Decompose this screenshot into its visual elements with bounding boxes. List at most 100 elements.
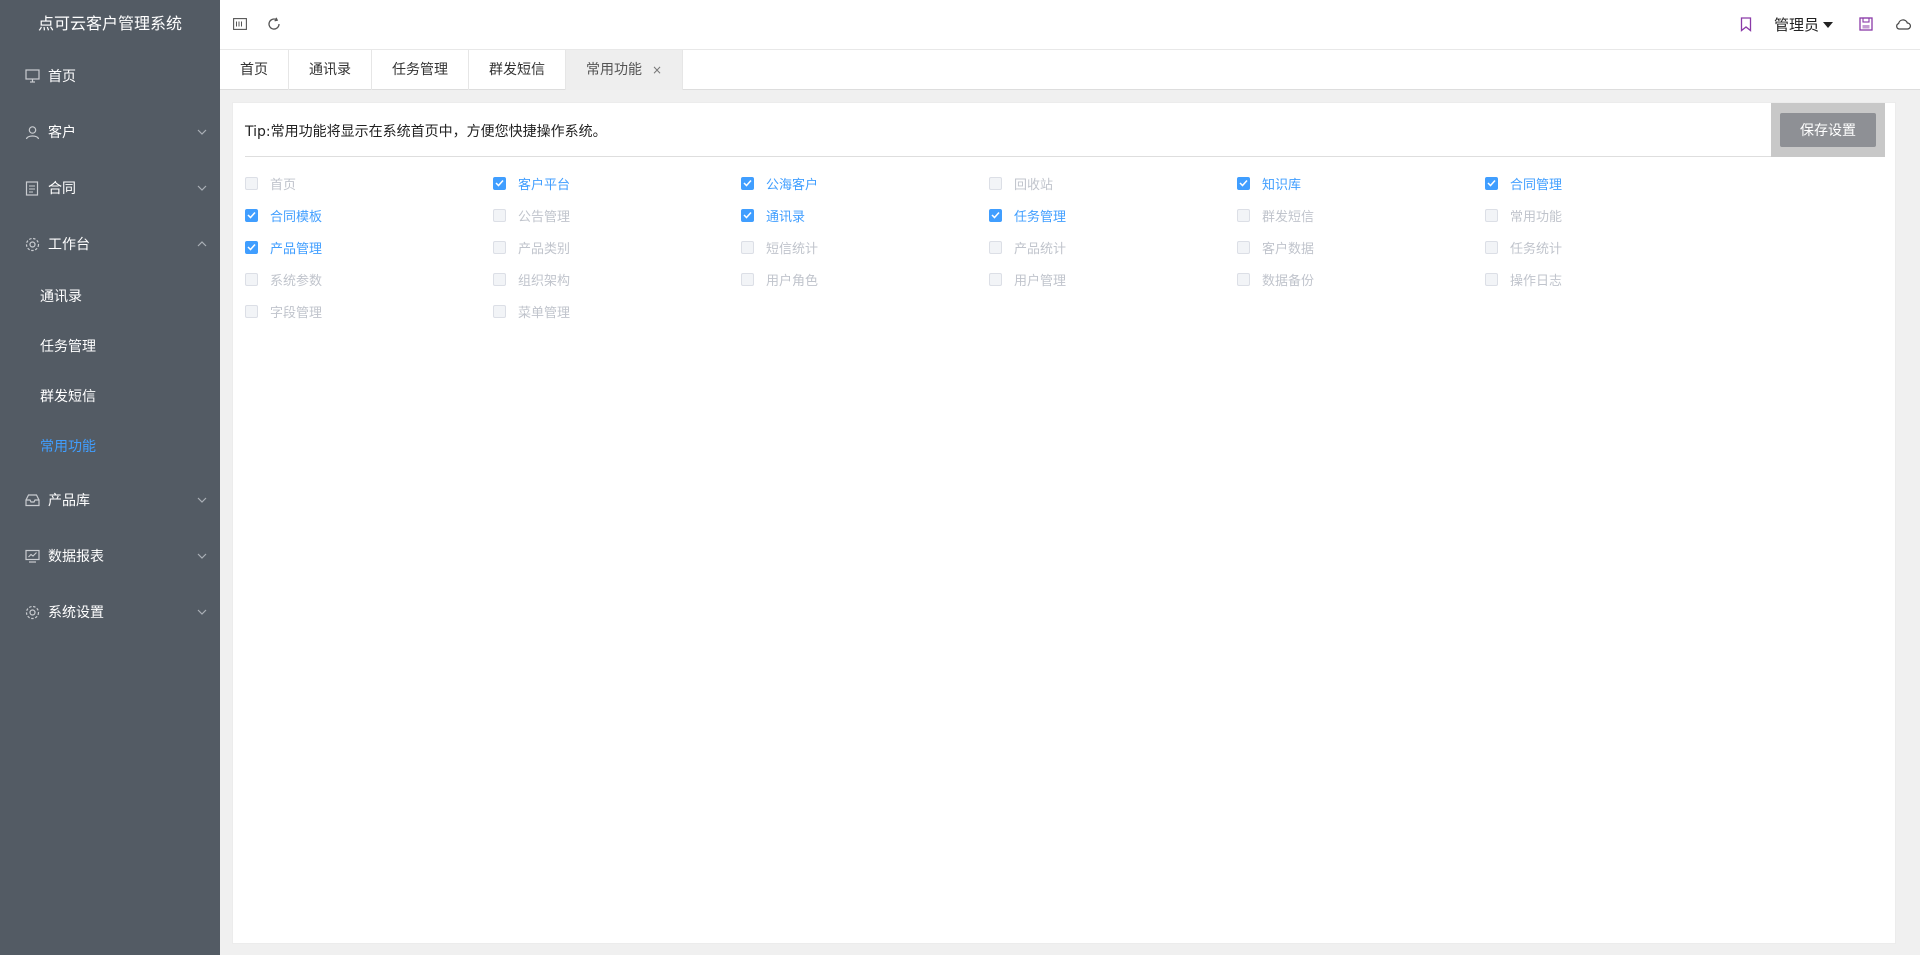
function-option[interactable]: 数据备份: [1237, 263, 1485, 295]
checkbox-icon[interactable]: [1485, 240, 1498, 254]
function-option[interactable]: 用户管理: [989, 263, 1237, 295]
sidebar-item-products[interactable]: 产品库: [0, 472, 220, 528]
cloud-icon[interactable]: [1894, 15, 1912, 33]
tab-bar: 首页 通讯录 任务管理 群发短信 常用功能 ×: [220, 50, 1920, 90]
checkbox-checked-icon[interactable]: [245, 208, 258, 222]
sidebar-item-reports[interactable]: 数据报表: [0, 528, 220, 584]
tab-label: 常用功能: [586, 62, 642, 78]
checkbox-icon[interactable]: [1237, 272, 1250, 286]
sidebar-item-contracts[interactable]: 合同: [0, 160, 220, 216]
function-option[interactable]: 任务管理: [989, 199, 1237, 231]
function-option[interactable]: 菜单管理: [493, 295, 741, 327]
function-option[interactable]: 常用功能: [1485, 199, 1733, 231]
function-option[interactable]: 组织架构: [493, 263, 741, 295]
checkbox-icon[interactable]: [493, 304, 506, 318]
bookmark-icon[interactable]: [1737, 15, 1755, 33]
function-option[interactable]: 字段管理: [245, 295, 493, 327]
function-option[interactable]: 首页: [245, 167, 493, 199]
tab-contacts[interactable]: 通讯录: [289, 50, 372, 90]
save-settings-button[interactable]: 保存设置: [1780, 113, 1876, 147]
sidebar-subitem-sms[interactable]: 群发短信: [0, 372, 220, 422]
refresh-icon[interactable]: [265, 15, 283, 33]
checkbox-checked-icon[interactable]: [741, 208, 754, 222]
sidebar-item-label: 产品库: [48, 493, 90, 509]
sidebar-item-home[interactable]: 首页: [0, 48, 220, 104]
function-option[interactable]: 短信统计: [741, 231, 989, 263]
save-icon[interactable]: [1857, 15, 1875, 33]
checkbox-icon[interactable]: [245, 304, 258, 318]
function-option[interactable]: 任务统计: [1485, 231, 1733, 263]
function-option[interactable]: 客户平台: [493, 167, 741, 199]
function-option[interactable]: 产品管理: [245, 231, 493, 263]
user-icon: [24, 124, 40, 140]
tab-label: 通讯录: [309, 62, 351, 78]
checkbox-icon[interactable]: [493, 208, 506, 222]
function-option[interactable]: 合同管理: [1485, 167, 1733, 199]
checkbox-icon[interactable]: [1485, 208, 1498, 222]
function-option[interactable]: 用户角色: [741, 263, 989, 295]
chevron-down-icon: [197, 185, 207, 191]
function-option-label: 客户数据: [1262, 241, 1315, 257]
sidebar-subitem-common-functions[interactable]: 常用功能: [0, 422, 220, 472]
sidebar-item-label: 系统设置: [48, 605, 104, 621]
chevron-up-icon: [197, 241, 207, 247]
function-option[interactable]: 系统参数: [245, 263, 493, 295]
caret-down-icon: [1823, 21, 1834, 28]
tab-common-functions[interactable]: 常用功能 ×: [566, 50, 684, 90]
checkbox-icon[interactable]: [741, 240, 754, 254]
function-option[interactable]: 公告管理: [493, 199, 741, 231]
function-option-label: 客户平台: [518, 177, 571, 193]
collapse-icon[interactable]: [231, 15, 249, 33]
tab-sms[interactable]: 群发短信: [469, 50, 566, 90]
checkbox-checked-icon[interactable]: [741, 176, 754, 190]
sidebar-item-label: 合同: [48, 181, 76, 197]
tab-label: 任务管理: [392, 62, 448, 78]
admin-label: 管理员: [1774, 16, 1820, 34]
checkbox-icon[interactable]: [741, 272, 754, 286]
checkbox-checked-icon[interactable]: [989, 208, 1002, 222]
function-option[interactable]: 公海客户: [741, 167, 989, 199]
tab-label: 群发短信: [489, 62, 545, 78]
checkbox-checked-icon[interactable]: [493, 176, 506, 190]
chart-icon: [24, 548, 40, 564]
save-button-wrapper: 保存设置: [1771, 103, 1885, 157]
function-option-label: 通讯录: [766, 209, 806, 225]
function-option[interactable]: 客户数据: [1237, 231, 1485, 263]
checkbox-icon[interactable]: [989, 272, 1002, 286]
sidebar-item-customers[interactable]: 客户: [0, 104, 220, 160]
tab-tasks[interactable]: 任务管理: [372, 50, 469, 90]
admin-dropdown[interactable]: 管理员: [1774, 14, 1834, 35]
function-option[interactable]: 操作日志: [1485, 263, 1733, 295]
function-option[interactable]: 合同模板: [245, 199, 493, 231]
function-option-label: 菜单管理: [518, 305, 571, 321]
checkbox-checked-icon[interactable]: [245, 240, 258, 254]
checkbox-icon[interactable]: [1237, 208, 1250, 222]
checkbox-checked-icon[interactable]: [1237, 176, 1250, 190]
checkbox-checked-icon[interactable]: [1485, 176, 1498, 190]
sidebar-item-workbench[interactable]: 工作台: [0, 216, 220, 272]
tab-home[interactable]: 首页: [220, 50, 289, 90]
settings-icon: [24, 604, 40, 620]
document-icon: [24, 180, 40, 196]
function-option[interactable]: 知识库: [1237, 167, 1485, 199]
function-option-label: 组织架构: [518, 273, 571, 289]
function-option[interactable]: 回收站: [989, 167, 1237, 199]
tip-text: Tip:常用功能将显示在系统首页中，方便您快捷操作系统。: [245, 124, 607, 140]
sidebar-subitem-tasks[interactable]: 任务管理: [0, 322, 220, 372]
checkbox-icon[interactable]: [245, 272, 258, 286]
checkbox-icon[interactable]: [245, 176, 258, 190]
checkbox-icon[interactable]: [1485, 272, 1498, 286]
function-option-label: 用户角色: [766, 273, 819, 289]
checkbox-icon[interactable]: [1237, 240, 1250, 254]
checkbox-icon[interactable]: [989, 240, 1002, 254]
function-option[interactable]: 产品类别: [493, 231, 741, 263]
sidebar-item-system-settings[interactable]: 系统设置: [0, 584, 220, 640]
checkbox-icon[interactable]: [493, 240, 506, 254]
checkbox-icon[interactable]: [493, 272, 506, 286]
function-option[interactable]: 产品统计: [989, 231, 1237, 263]
function-option[interactable]: 通讯录: [741, 199, 989, 231]
checkbox-icon[interactable]: [989, 176, 1002, 190]
sidebar-subitem-contacts[interactable]: 通讯录: [0, 272, 220, 322]
function-option[interactable]: 群发短信: [1237, 199, 1485, 231]
close-icon[interactable]: ×: [652, 50, 662, 90]
